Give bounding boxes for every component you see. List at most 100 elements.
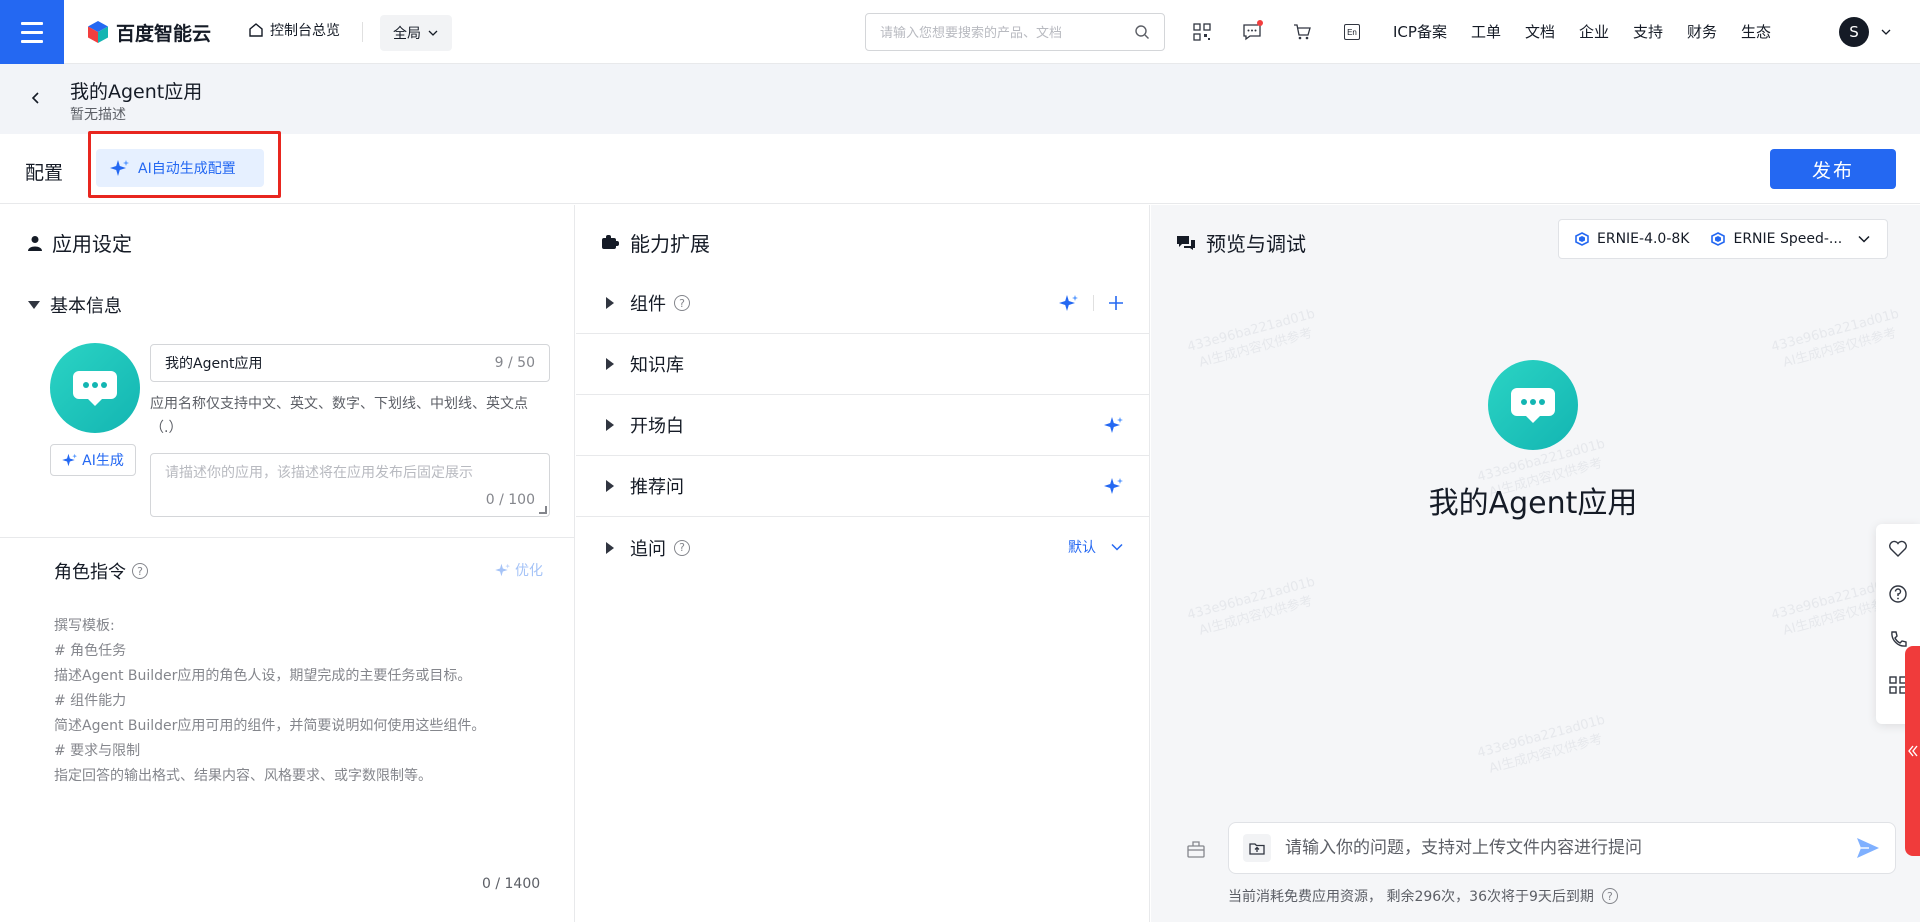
nav-link-finance[interactable]: 财务 [1687, 21, 1717, 42]
search-icon[interactable] [1134, 24, 1150, 40]
clear-chat-icon[interactable] [1186, 840, 1206, 858]
capability-row-followup[interactable]: 追问 ? 默认 [576, 517, 1150, 578]
publish-button[interactable]: 发布 [1770, 149, 1896, 189]
capability-actions [1059, 273, 1124, 333]
role-instruction-header: 角色指令 ? [54, 558, 148, 584]
app-description: 暂无描述 [70, 107, 126, 123]
language-icon[interactable]: En [1340, 20, 1364, 44]
template-line: # 组件能力 [54, 693, 127, 709]
collapse-arrow-icon [28, 301, 40, 309]
nav-link-ticket[interactable]: 工单 [1471, 21, 1501, 42]
description-count: 0 / 100 [485, 492, 535, 508]
language-badge: En [1344, 24, 1360, 40]
phone-icon[interactable] [1888, 630, 1908, 650]
question-circle-icon[interactable] [1888, 584, 1908, 604]
message-icon[interactable] [1240, 20, 1264, 44]
capability-label: 开场白 [630, 416, 684, 437]
top-links: ICP备案 工单 文档 企业 支持 财务 生态 [1393, 21, 1771, 42]
role-instruction-textarea[interactable]: 撰写模板: # 角色任务 描述Agent Builder应用的角色人设，期望完成… [54, 614, 485, 789]
app-name-count: 9 / 50 [494, 355, 535, 371]
basic-info-toggle[interactable]: 基本信息 [28, 292, 122, 318]
sparkle-icon [62, 453, 78, 467]
expand-arrow-icon [606, 541, 614, 554]
ai-generate-avatar-button[interactable]: AI生成 [50, 444, 136, 476]
collapse-panel-tab[interactable] [1905, 646, 1920, 856]
search-input[interactable] [880, 24, 1120, 40]
cart-icon[interactable] [1290, 20, 1314, 44]
ai-generate-label: AI自动生成配置 [138, 161, 236, 177]
help-icon[interactable]: ? [1601, 888, 1618, 904]
upload-file-icon[interactable] [1243, 834, 1271, 862]
template-line: # 要求与限制 [54, 743, 141, 759]
plus-icon[interactable] [1108, 295, 1124, 311]
model-selector[interactable]: ERNIE-4.0-8K ERNIE Speed-... [1558, 219, 1888, 259]
brand-logo[interactable]: 百度智能云 [86, 18, 211, 46]
nav-link-icp[interactable]: ICP备案 [1393, 21, 1447, 42]
chat-bubble-icon [1511, 388, 1555, 423]
template-line: # 角色任务 [54, 643, 127, 659]
model-chip: ERNIE-4.0-8K [1575, 231, 1689, 247]
ai-generate-small-label: AI生成 [82, 453, 124, 469]
app-settings-title: 应用设定 [52, 232, 132, 256]
capability-header: 能力扩展 [602, 228, 710, 257]
sparkle-icon[interactable] [1104, 477, 1124, 495]
back-arrow-icon[interactable] [26, 88, 46, 108]
divider [362, 22, 363, 42]
global-search[interactable] [865, 13, 1165, 51]
followup-mode-select[interactable]: 默认 [1068, 517, 1124, 577]
app-description-field[interactable]: 请描述你的应用，该描述将在应用发布后固定展示 0 / 100 [150, 453, 550, 517]
capability-row-opening[interactable]: 开场白 [576, 395, 1150, 456]
help-icon[interactable]: ? [674, 295, 690, 311]
chat-input-box[interactable] [1228, 822, 1896, 874]
optimize-button[interactable]: 优化 [495, 560, 543, 580]
resize-handle-icon[interactable] [539, 506, 547, 514]
sparkle-icon[interactable] [1104, 416, 1124, 434]
nav-link-enterprise[interactable]: 企业 [1579, 21, 1609, 42]
home-icon [249, 23, 263, 37]
usage-text: 当前消耗免费应用资源， 剩余296次，36次将于9天后到期 [1228, 889, 1594, 905]
chevron-down-icon [428, 30, 438, 36]
heart-icon[interactable] [1888, 540, 1908, 558]
app-name-field[interactable]: 我的Agent应用 9 / 50 [150, 344, 550, 382]
capability-row-knowledge[interactable]: 知识库 [576, 334, 1150, 395]
send-icon[interactable] [1855, 836, 1881, 860]
capability-row-plugins[interactable]: 组件 ? [576, 273, 1150, 334]
notification-dot [1257, 20, 1263, 26]
nav-link-docs[interactable]: 文档 [1525, 21, 1555, 42]
template-line: 简述Agent Builder应用可用的组件，并简要说明如何使用这些组件。 [54, 718, 486, 734]
caret-down-icon[interactable] [1880, 26, 1892, 38]
puzzle-icon [602, 234, 619, 249]
sparkle-icon[interactable] [1059, 294, 1079, 312]
expand-arrow-icon [606, 480, 614, 492]
nav-link-support[interactable]: 支持 [1633, 21, 1663, 42]
nav-link-ecosystem[interactable]: 生态 [1741, 21, 1771, 42]
optimize-label: 优化 [515, 563, 543, 579]
help-icon[interactable]: ? [674, 539, 690, 556]
chat-icon [1177, 235, 1195, 250]
model-cube-icon [1711, 232, 1726, 246]
basic-info-label: 基本信息 [50, 296, 122, 317]
template-line: 描述Agent Builder应用的角色人设，期望完成的主要任务或目标。 [54, 668, 472, 684]
model-chip: ERNIE Speed-... [1711, 231, 1842, 247]
app-avatar[interactable] [50, 343, 140, 433]
preview-header: 预览与调试 [1176, 228, 1306, 257]
model-name: ERNIE-4.0-8K [1597, 231, 1690, 247]
console-home-link[interactable]: 控制台总览 [248, 20, 340, 40]
user-avatar[interactable]: S [1839, 17, 1869, 47]
help-icon[interactable]: ? [132, 563, 148, 579]
chat-input[interactable] [1285, 838, 1841, 858]
capability-label: 推荐问 [630, 477, 684, 498]
model-cube-icon [1575, 232, 1589, 246]
capability-actions [1104, 456, 1124, 516]
capability-row-suggested[interactable]: 推荐问 [576, 456, 1150, 517]
ai-auto-generate-config-button[interactable]: AI自动生成配置 [96, 149, 264, 187]
top-navigation-bar: 百度智能云 控制台总览 全局 En ICP备案 工单 文档 企业 支持 财务 [0, 0, 1920, 64]
qrcode-icon[interactable] [1190, 20, 1214, 44]
menu-icon[interactable] [0, 0, 64, 64]
capability-label: 知识库 [630, 355, 684, 376]
region-selector[interactable]: 全局 [380, 15, 452, 51]
config-label: 配置 [25, 162, 64, 184]
brand-name: 百度智能云 [116, 22, 212, 45]
app-name-value: 我的Agent应用 [165, 356, 263, 372]
region-label: 全局 [393, 26, 421, 42]
